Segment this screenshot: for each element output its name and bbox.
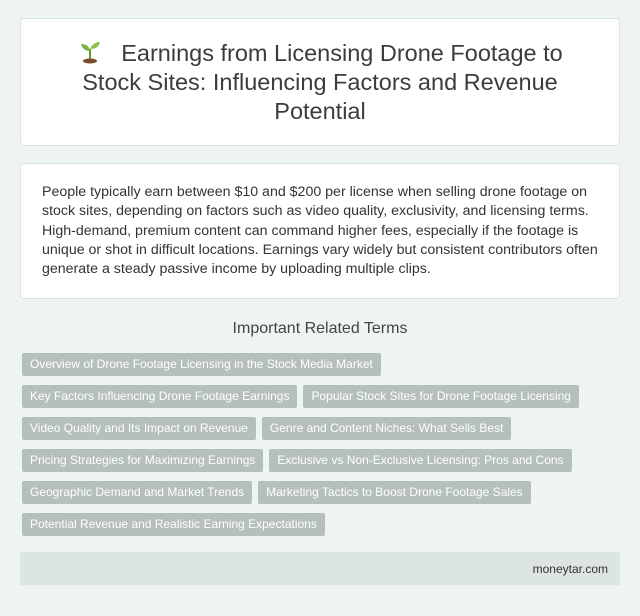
related-term-tag[interactable]: Marketing Tactics to Boost Drone Footage… xyxy=(258,481,531,504)
related-term-tag[interactable]: Genre and Content Niches: What Sells Bes… xyxy=(261,417,512,440)
sprout-icon xyxy=(81,42,101,64)
summary-card: People typically earn between $10 and $2… xyxy=(20,163,620,299)
title-text: Earnings from Licensing Drone Footage to… xyxy=(82,40,563,124)
title-card: Earnings from Licensing Drone Footage to… xyxy=(20,18,620,146)
related-term-tag[interactable]: Popular Stock Sites for Drone Footage Li… xyxy=(303,385,579,408)
related-term-tag[interactable]: Overview of Drone Footage Licensing in t… xyxy=(22,353,381,376)
page-title: Earnings from Licensing Drone Footage to… xyxy=(61,38,579,126)
summary-text: People typically earn between $10 and $2… xyxy=(42,184,598,278)
related-term-tag[interactable]: Potential Revenue and Realistic Earning … xyxy=(22,513,325,536)
related-terms-heading: Important Related Terms xyxy=(232,320,408,337)
related-terms-list: Overview of Drone Footage Licensing in t… xyxy=(22,353,622,536)
footer-site-link[interactable]: moneytar.com xyxy=(533,562,608,576)
footer: moneytar.com xyxy=(20,552,620,585)
related-term-tag[interactable]: Video Quality and Its Impact on Revenue xyxy=(22,417,256,440)
related-term-tag[interactable]: Pricing Strategies for Maximizing Earnin… xyxy=(22,449,264,472)
related-term-tag[interactable]: Key Factors Influencing Drone Footage Ea… xyxy=(22,385,298,408)
related-term-tag[interactable]: Exclusive vs Non-Exclusive Licensing: Pr… xyxy=(269,449,572,472)
related-term-tag[interactable]: Geographic Demand and Market Trends xyxy=(22,481,253,504)
